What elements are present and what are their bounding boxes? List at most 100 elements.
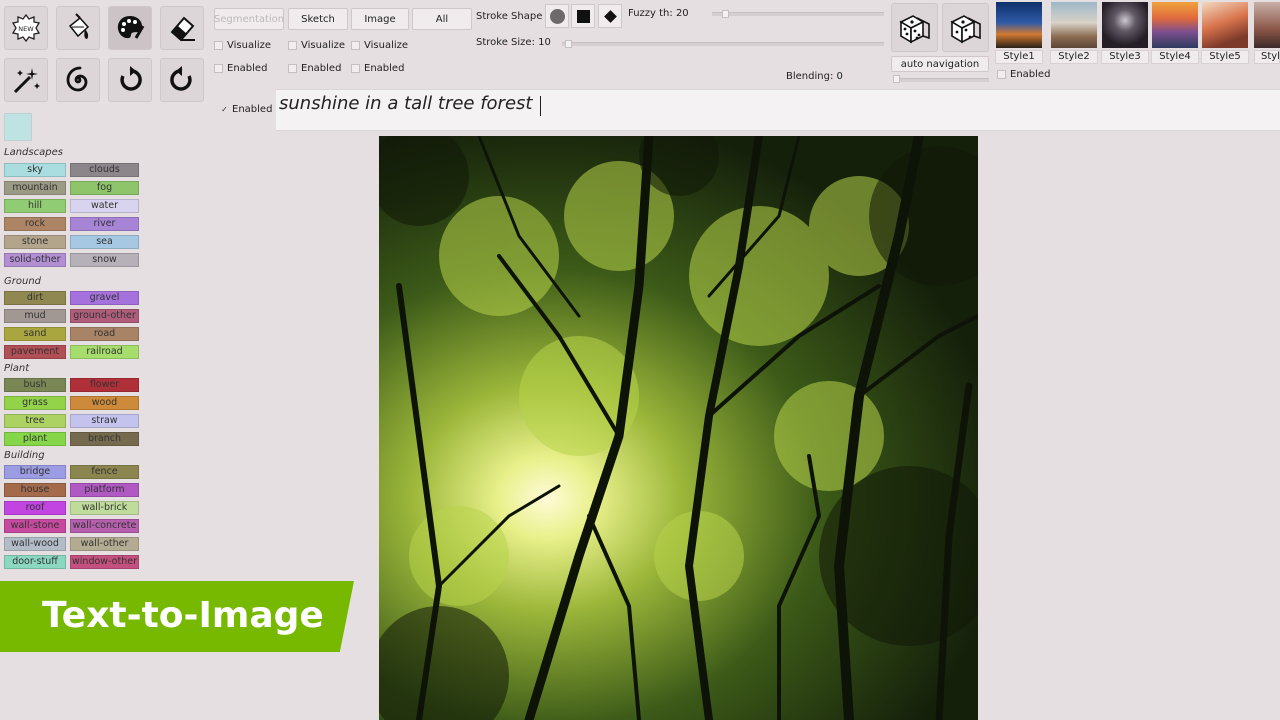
label-clouds[interactable]: clouds: [70, 163, 139, 177]
fuzzy-threshold-label: Fuzzy th: 20: [628, 8, 689, 19]
image-visualize-checkbox[interactable]: Visualize: [351, 40, 408, 51]
prompt-enabled-checkbox[interactable]: ✓ Enabled: [221, 104, 272, 115]
label-railroad[interactable]: railroad: [70, 345, 139, 359]
magic-wand-button[interactable]: [4, 58, 48, 102]
segmentation-button[interactable]: Segmentation: [214, 8, 284, 30]
label-river[interactable]: river: [70, 217, 139, 231]
eraser-button[interactable]: [160, 6, 204, 50]
label-water[interactable]: water: [70, 199, 139, 213]
label-ground-other[interactable]: ground-other: [70, 309, 139, 323]
style6-thumbnail[interactable]: [1254, 2, 1280, 48]
style2-label[interactable]: Style2: [1050, 50, 1098, 64]
label-bridge[interactable]: bridge: [4, 465, 66, 479]
all-button[interactable]: All: [412, 8, 472, 30]
label-door-stuff[interactable]: door-stuff: [4, 555, 66, 569]
label-solid-other[interactable]: solid-other: [4, 253, 66, 267]
palette-button[interactable]: [108, 6, 152, 50]
label-snow[interactable]: snow: [70, 253, 139, 267]
text-to-image-banner: Text-to-Image: [0, 581, 354, 652]
label-wall-wood[interactable]: wall-wood: [4, 537, 66, 551]
style3-thumbnail[interactable]: [1102, 2, 1148, 48]
label-mud[interactable]: mud: [4, 309, 66, 323]
prompt-input[interactable]: sunshine in a tall tree forest: [276, 89, 1280, 131]
label-fog[interactable]: fog: [70, 181, 139, 195]
sketch-button[interactable]: Sketch: [288, 8, 348, 30]
label-flower[interactable]: flower: [70, 378, 139, 392]
label-wall-other[interactable]: wall-other: [70, 537, 139, 551]
stroke-size-slider[interactable]: [562, 42, 884, 46]
label-wall-brick[interactable]: wall-brick: [70, 501, 139, 515]
label-sky[interactable]: sky: [4, 163, 66, 177]
label-dirt[interactable]: dirt: [4, 291, 66, 305]
enabled-label: Enabled: [232, 104, 273, 115]
label-branch[interactable]: branch: [70, 432, 139, 446]
paint-bucket-icon: [68, 13, 90, 39]
random-style-button-2[interactable]: [942, 3, 989, 52]
label-gravel[interactable]: gravel: [70, 291, 139, 305]
blending-slider[interactable]: [893, 78, 989, 82]
label-sand[interactable]: sand: [4, 327, 66, 341]
visualize-label: Visualize: [301, 40, 346, 51]
enabled-label: Enabled: [364, 63, 405, 74]
spiral-icon: [66, 66, 88, 92]
label-wall-concrete[interactable]: wall-concrete: [70, 519, 139, 533]
label-window-other[interactable]: window-other: [70, 555, 139, 569]
generated-image-canvas[interactable]: [379, 136, 978, 720]
sketch-visualize-checkbox[interactable]: Visualize: [288, 40, 345, 51]
style1-label[interactable]: Style1: [995, 50, 1043, 64]
stroke-shape-circle[interactable]: [545, 4, 569, 28]
dice-icon: [898, 14, 930, 43]
label-grass[interactable]: grass: [4, 396, 66, 410]
fill-button[interactable]: [56, 6, 100, 50]
style5-thumbnail[interactable]: [1202, 2, 1248, 48]
label-straw[interactable]: straw: [70, 414, 139, 428]
style4-label[interactable]: Style4: [1151, 50, 1199, 64]
stroke-size-label: Stroke Size: 10: [476, 37, 551, 48]
label-mountain[interactable]: mountain: [4, 181, 66, 195]
square-icon: [576, 9, 590, 23]
style-enabled-checkbox[interactable]: Enabled: [997, 69, 1050, 80]
label-sea[interactable]: sea: [70, 235, 139, 249]
dice-icon: [949, 14, 981, 43]
label-hill[interactable]: hill: [4, 199, 66, 213]
style1-thumbnail[interactable]: [996, 2, 1042, 48]
label-stone[interactable]: stone: [4, 235, 66, 249]
fuzzy-threshold-slider[interactable]: [712, 12, 884, 16]
label-rock[interactable]: rock: [4, 217, 66, 231]
redo-button[interactable]: [160, 58, 204, 102]
label-pavement[interactable]: pavement: [4, 345, 66, 359]
label-house[interactable]: house: [4, 483, 66, 497]
label-fence[interactable]: fence: [70, 465, 139, 479]
label-plant[interactable]: plant: [4, 432, 66, 446]
style6-label[interactable]: Style6: [1254, 50, 1280, 64]
label-wood[interactable]: wood: [70, 396, 139, 410]
random-style-button[interactable]: [891, 3, 938, 52]
label-bush[interactable]: bush: [4, 378, 66, 392]
label-roof[interactable]: roof: [4, 501, 66, 515]
label-wall-stone[interactable]: wall-stone: [4, 519, 66, 533]
sketch-enabled-checkbox[interactable]: Enabled: [288, 63, 341, 74]
circle-icon: [549, 8, 565, 24]
label-road[interactable]: road: [70, 327, 139, 341]
label-platform[interactable]: platform: [70, 483, 139, 497]
new-icon: NEW: [11, 13, 41, 43]
blending-handle[interactable]: [893, 75, 900, 83]
image-enabled-checkbox[interactable]: Enabled: [351, 63, 404, 74]
stroke-size-handle[interactable]: [565, 40, 573, 48]
current-color-swatch[interactable]: [4, 113, 32, 141]
undo-button[interactable]: [108, 58, 152, 102]
fuzzy-threshold-handle[interactable]: [721, 10, 729, 18]
spiral-button[interactable]: [56, 58, 100, 102]
new-canvas-button[interactable]: NEW: [4, 6, 48, 50]
style4-thumbnail[interactable]: [1152, 2, 1198, 48]
style2-thumbnail[interactable]: [1051, 2, 1097, 48]
segmentation-visualize-checkbox[interactable]: Visualize: [214, 40, 271, 51]
style3-label[interactable]: Style3: [1101, 50, 1149, 64]
stroke-shape-square[interactable]: [571, 4, 595, 28]
style5-label[interactable]: Style5: [1201, 50, 1249, 64]
segmentation-enabled-checkbox[interactable]: Enabled: [214, 63, 267, 74]
auto-navigation-button[interactable]: auto navigation: [891, 56, 989, 72]
label-tree[interactable]: tree: [4, 414, 66, 428]
stroke-shape-diamond[interactable]: [598, 4, 622, 28]
image-button[interactable]: Image: [351, 8, 409, 30]
